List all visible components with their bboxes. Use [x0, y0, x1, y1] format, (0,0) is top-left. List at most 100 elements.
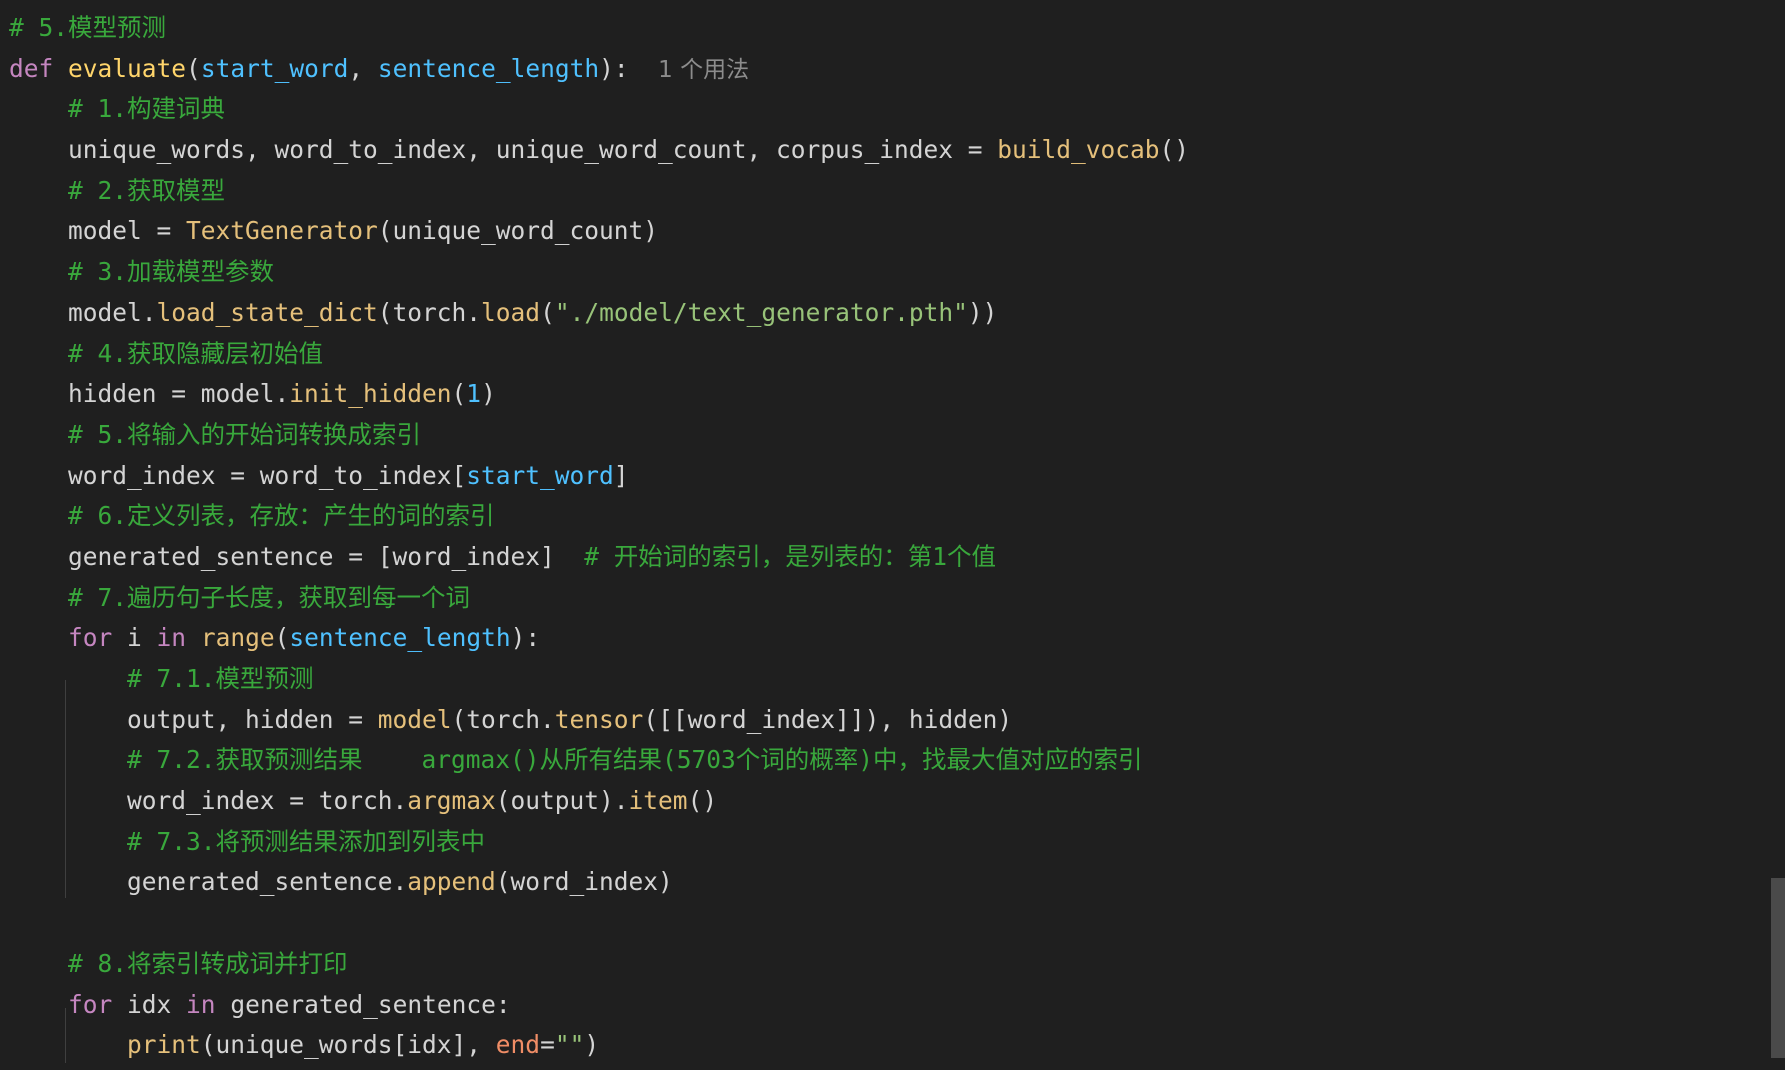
code-string: ""	[554, 1030, 585, 1060]
code-token: (unique_words[idx],	[200, 1030, 496, 1060]
code-line[interactable]: # 7.2.获取预测结果 argmax()从所有结果(5703个词的概率)中，找…	[9, 740, 1189, 781]
code-comment: # 5.将输入的开始词转换成索引	[68, 419, 422, 449]
code-line[interactable]: # 3.加载模型参数	[9, 252, 1189, 293]
code-token: ):	[510, 623, 541, 653]
code-token: )	[584, 1030, 600, 1060]
code-token: idx	[112, 989, 187, 1019]
code-token: word_index = torch.	[9, 786, 408, 816]
code-token: (torch.	[377, 297, 482, 327]
code-parameter: sentence_length	[377, 53, 600, 83]
code-line[interactable]: word_index = word_to_index[start_word]	[9, 456, 1189, 497]
code-token: (word_index)	[495, 867, 673, 897]
code-line[interactable]: unique_words, word_to_index, unique_word…	[9, 130, 1189, 171]
code-line[interactable]: generated_sentence = [word_index] # 开始词的…	[9, 537, 1189, 578]
code-editor[interactable]: # 5.模型预测 def evaluate(start_word, sentenc…	[0, 0, 1785, 1070]
code-token: (	[540, 297, 555, 327]
code-line[interactable]: generated_sentence.append(word_index)	[9, 862, 1189, 903]
code-line[interactable]: for i in range(sentence_length):	[9, 618, 1189, 659]
code-comment: # 4.获取隐藏层初始值	[68, 338, 324, 368]
scrollbar-thumb[interactable]	[1771, 878, 1785, 1058]
code-token: (	[186, 53, 201, 83]
code-comment: # 7.遍历句子长度，获取到每一个词	[68, 582, 471, 612]
code-function-name: argmax	[407, 786, 496, 816]
code-keyword: def	[9, 53, 54, 83]
code-token: unique_words, word_to_index, unique_word…	[9, 135, 998, 165]
code-function-name: item	[628, 786, 688, 816]
code-function-name: append	[407, 867, 496, 897]
code-token: (unique_word_count)	[377, 216, 659, 246]
code-function-name: tensor	[554, 704, 644, 734]
code-token: generated_sentence = [word_index]	[9, 541, 585, 571]
code-line[interactable]: def evaluate(start_word, sentence_length…	[9, 49, 1189, 90]
code-keyword: in	[186, 989, 216, 1019]
code-line[interactable]: # 7.3.将预测结果添加到列表中	[9, 822, 1189, 863]
code-token: ,	[348, 53, 378, 83]
code-line[interactable]: # 1.构建词典	[9, 89, 1189, 130]
code-function-name: TextGenerator	[186, 216, 378, 246]
code-line[interactable]	[9, 903, 1189, 944]
code-function-name: model	[377, 704, 452, 734]
code-line[interactable]: for idx in generated_sentence:	[9, 985, 1189, 1026]
code-function-name: load	[481, 297, 541, 327]
code-area[interactable]: # 5.模型预测 def evaluate(start_word, sentenc…	[9, 8, 1189, 1066]
code-comment: # 1.构建词典	[68, 94, 226, 124]
code-line[interactable]: print(unique_words[idx], end="")	[9, 1025, 1189, 1066]
code-line[interactable]: word_index = torch.argmax(output).item()	[9, 781, 1189, 822]
code-token: (torch.	[451, 704, 555, 734]
code-parameter: start_word	[466, 460, 614, 490]
indent-guide	[65, 1008, 66, 1063]
code-line[interactable]: # 7.1.模型预测	[9, 659, 1189, 700]
code-comment: # 7.1.模型预测	[127, 664, 314, 693]
code-comment: # 2.获取模型	[68, 175, 226, 205]
code-token: ()	[687, 786, 718, 816]
code-comment: # 5.模型预测	[9, 13, 167, 42]
code-token: (	[451, 379, 467, 409]
code-line[interactable]: # 5.模型预测	[9, 8, 1189, 49]
code-keyword: for	[68, 623, 113, 653]
code-token: ]	[613, 460, 629, 490]
usages-hint[interactable]: 1 个用法	[658, 57, 749, 83]
code-line[interactable]: model.load_state_dict(torch.load("./mode…	[9, 293, 1189, 334]
code-line[interactable]: model = TextGenerator(unique_word_count)	[9, 211, 1189, 252]
code-token: ))	[967, 297, 998, 327]
code-line[interactable]: # 7.遍历句子长度，获取到每一个词	[9, 578, 1189, 619]
vertical-scrollbar[interactable]	[1771, 0, 1785, 1070]
code-line[interactable]: hidden = model.init_hidden(1)	[9, 374, 1189, 415]
code-parameter: sentence_length	[289, 623, 511, 653]
code-line[interactable]: # 5.将输入的开始词转换成索引	[9, 415, 1189, 456]
code-function-name: evaluate	[68, 53, 187, 83]
code-token: ([[word_index]]), hidden)	[643, 704, 1013, 734]
code-keyword: in	[156, 623, 187, 653]
code-token: ()	[1159, 135, 1190, 165]
code-line[interactable]: output, hidden = model(torch.tensor([[wo…	[9, 700, 1189, 741]
code-comment: # 开始词的索引，是列表的：第1个值	[584, 541, 997, 571]
code-keyword: for	[68, 989, 113, 1019]
code-number: 1	[466, 379, 482, 409]
code-line[interactable]: # 6.定义列表，存放：产生的词的索引	[9, 496, 1189, 537]
code-token: =	[540, 1030, 555, 1060]
code-comment: # 3.加载模型参数	[68, 257, 275, 287]
code-comment: # 6.定义列表，存放：产生的词的索引	[68, 501, 495, 531]
code-line[interactable]: # 4.获取隐藏层初始值	[9, 334, 1189, 375]
code-line[interactable]: # 2.获取模型	[9, 171, 1189, 212]
code-token: )	[481, 379, 496, 409]
code-comment: # 7.3.将预测结果添加到列表中	[127, 826, 486, 856]
code-token: generated_sentence.	[9, 867, 408, 897]
code-token: model.	[9, 297, 157, 327]
code-function-name: print	[127, 1030, 201, 1060]
code-line[interactable]: # 8.将索引转成词并打印	[9, 944, 1189, 985]
code-string: "./model/text_generator.pth"	[554, 297, 968, 327]
